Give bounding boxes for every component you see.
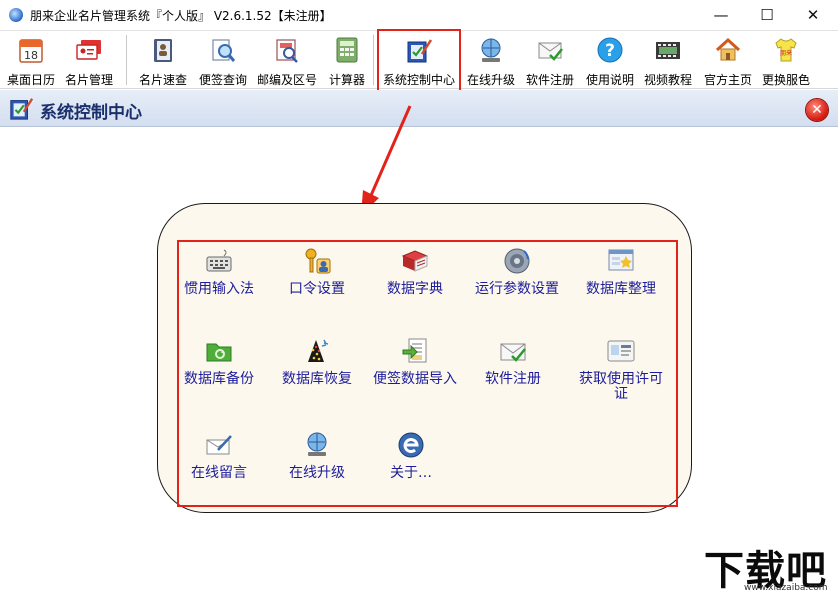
business-cards-icon — [76, 40, 101, 60]
maximize-button[interactable]: ☐ — [744, 0, 790, 31]
dictionary-book-icon — [401, 250, 429, 272]
toolbar-label: 计算器 — [328, 73, 365, 87]
toolbar-label: 使用说明 — [585, 73, 634, 87]
help-icon: ? — [597, 37, 623, 63]
cp-item-label: 数据库整理 — [586, 281, 656, 297]
magnifier-note-icon — [212, 39, 236, 62]
gear-disc-icon — [504, 248, 530, 274]
toolbar-highlight-box — [377, 29, 461, 92]
register-envelope-icon — [538, 42, 563, 61]
toolbar-homepage-button[interactable]: 官方主页 — [700, 31, 756, 89]
svg-text:18: 18 — [24, 49, 38, 62]
cp-item-license[interactable]: 获取使用许可证 — [566, 336, 676, 402]
toolbar-label: 视频教程 — [643, 73, 692, 87]
svg-text:?: ? — [605, 41, 615, 61]
toolbar-label: 名片速查 — [138, 73, 187, 87]
calculator-icon — [336, 37, 358, 63]
globe-upgrade-icon — [481, 38, 501, 62]
globe-upgrade-icon — [307, 432, 327, 456]
cp-item-online-message[interactable]: 在线留言 — [164, 430, 274, 481]
cp-item-label: 在线留言 — [191, 465, 247, 481]
watermark-url: www.xiazaiba.com — [744, 583, 828, 593]
cp-item-label: 惯用输入法 — [184, 281, 254, 297]
cp-item-database-tidy[interactable]: 数据库整理 — [566, 246, 676, 297]
toolbar-register-button[interactable]: 软件注册 — [522, 31, 578, 89]
folder-backup-icon — [206, 343, 232, 362]
toolbar-card-manage-button[interactable]: 名片管理 — [62, 31, 116, 89]
toolbar-label: 官方主页 — [703, 73, 752, 87]
toolbar-video-tutorial-button[interactable]: 视频教程 — [640, 31, 696, 89]
postal-code-icon — [276, 39, 298, 63]
contact-book-icon — [154, 39, 172, 62]
toolbar-label: 名片管理 — [64, 73, 113, 87]
database-tidy-icon — [608, 249, 634, 271]
film-icon — [656, 42, 680, 59]
toolbar-postal-code-button[interactable]: 邮编及区号 — [255, 31, 319, 89]
toolbar-label: 软件注册 — [525, 73, 574, 87]
toolbar-calendar-button[interactable]: 18 桌面日历 — [4, 31, 58, 89]
title-bar: 朋来企业名片管理系统『个人版』 V2.6.1.52【未注册】 — ☐ ✕ — [0, 0, 838, 31]
cp-item-note-import[interactable]: 便签数据导入 — [360, 336, 470, 387]
cp-item-software-register[interactable]: 软件注册 — [458, 336, 568, 387]
license-card-icon — [607, 340, 635, 362]
close-window-button[interactable]: ✕ — [790, 0, 836, 31]
register-envelope-icon — [500, 343, 526, 362]
cp-item-password[interactable]: 口令设置 — [262, 246, 372, 297]
toolbar-label: 桌面日历 — [6, 73, 55, 87]
svg-text:朋来: 朋来 — [780, 50, 792, 57]
restore-sparkle-icon — [308, 339, 329, 362]
panel-title: 系统控制中心 — [40, 103, 142, 123]
calendar-icon: 18 — [19, 39, 43, 63]
cp-item-database-backup[interactable]: 数据库备份 — [164, 336, 274, 387]
toolbar-separator — [126, 35, 127, 85]
toolbar-change-skin-button[interactable]: 朋来 更换服色 — [758, 31, 814, 89]
cp-item-label: 获取使用许可证 — [579, 371, 663, 402]
cp-item-label: 口令设置 — [289, 281, 345, 297]
cp-item-data-dictionary[interactable]: 数据字典 — [360, 246, 470, 297]
toolbar-label: 邮编及区号 — [256, 73, 317, 87]
toolbar-label: 更换服色 — [761, 73, 810, 87]
cp-item-label: 关于… — [390, 465, 432, 481]
toolbar-online-upgrade-button[interactable]: 在线升级 — [463, 31, 519, 89]
cp-item-label: 便签数据导入 — [373, 371, 457, 387]
window-title: 朋来企业名片管理系统『个人版』 V2.6.1.52【未注册】 — [30, 9, 332, 23]
cp-item-label: 数据库备份 — [184, 371, 254, 387]
cp-item-input-method[interactable]: 惯用输入法 — [164, 246, 274, 297]
cp-item-label: 运行参数设置 — [475, 281, 559, 297]
cp-item-runtime-params[interactable]: 运行参数设置 — [462, 246, 572, 297]
toolbar-note-query-button[interactable]: 便签查询 — [195, 31, 251, 89]
cp-item-database-restore[interactable]: 数据库恢复 — [262, 336, 372, 387]
panel-close-button[interactable]: ✕ — [806, 99, 828, 121]
cp-item-label: 数据字典 — [387, 281, 443, 297]
shirt-icon: 朋来 — [775, 38, 797, 62]
toolbar-label: 在线升级 — [466, 73, 515, 87]
about-e-icon — [398, 432, 424, 458]
watermark: 下载吧 www.xiazaiba.com — [704, 538, 834, 594]
toolbar-calculator-button[interactable]: 计算器 — [323, 31, 371, 89]
import-document-icon — [402, 338, 427, 363]
app-icon — [9, 8, 23, 22]
keys-user-icon — [305, 248, 331, 274]
toolbar-separator — [373, 35, 374, 85]
control-center-icon — [10, 98, 34, 120]
annotation-arrow — [361, 105, 412, 215]
toolbar-card-lookup-button[interactable]: 名片速查 — [135, 31, 191, 89]
cp-item-about[interactable]: 关于… — [356, 430, 466, 481]
keyboard-icon — [206, 249, 232, 272]
cp-item-label: 数据库恢复 — [282, 371, 352, 387]
home-icon — [715, 37, 741, 61]
cp-item-label: 软件注册 — [485, 371, 541, 387]
toolbar-help-button[interactable]: ? 使用说明 — [582, 31, 638, 89]
minimize-button[interactable]: — — [698, 0, 744, 31]
toolbar-label: 便签查询 — [198, 73, 247, 87]
message-pen-icon — [206, 435, 232, 455]
